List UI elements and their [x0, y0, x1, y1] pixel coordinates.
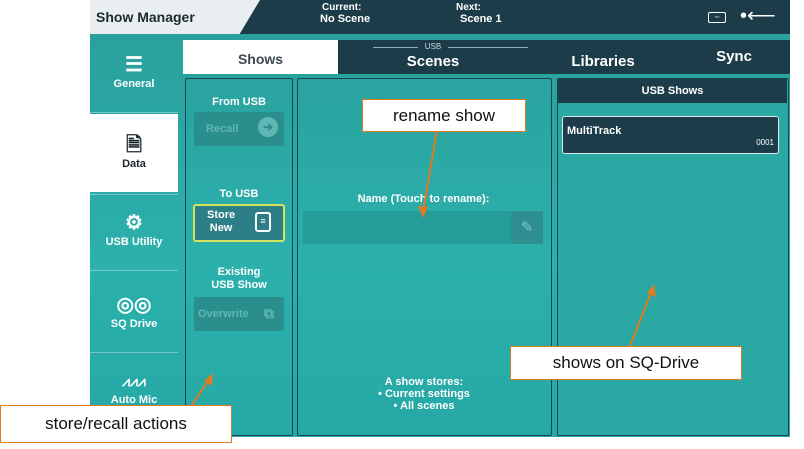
pencil-icon[interactable]: ✎ — [511, 211, 543, 244]
tab-bar: Shows USB Scenes Libraries Sync — [183, 40, 790, 74]
store-new-label: Store New — [207, 209, 235, 235]
sq-drive-icon: ◎◎ — [116, 294, 152, 316]
nav-item-auto-mic[interactable]: ⩘⩘⩘ Auto Mic — [90, 370, 178, 406]
recall-button[interactable]: Recall ➔ — [194, 112, 284, 146]
usb-icon: •⟵ — [740, 5, 776, 27]
show-list-item[interactable]: MultiTrack 0001 — [562, 116, 779, 154]
nav-item-label: USB Utility — [105, 236, 163, 248]
nav-divider — [90, 270, 178, 271]
overwrite-button-label: Overwrite — [198, 308, 249, 320]
nav-divider — [90, 194, 178, 195]
rename-show-callout: rename show — [362, 99, 526, 132]
nav-item-label: Data — [122, 158, 146, 170]
existing-line2: USB Show — [211, 279, 267, 291]
list-icon: ☰ — [125, 54, 143, 76]
arrow-right-icon: ➔ — [258, 117, 278, 137]
name-field-label: Name (Touch to rename): — [357, 193, 490, 205]
nav-divider — [90, 112, 178, 113]
show-name: MultiTrack — [567, 125, 622, 137]
gear-icon: ⚙ — [125, 212, 143, 234]
nav-item-sq-drive[interactable]: ◎◎ SQ Drive — [90, 294, 178, 330]
from-usb-label: From USB — [212, 96, 266, 108]
nav-item-usb-utility[interactable]: ⚙ USB Utility — [90, 212, 178, 248]
note-line2: • Current settings — [378, 388, 470, 400]
existing-line1: Existing — [217, 266, 261, 278]
top-bar: Show Manager Current: No Scene Next: Sce… — [90, 0, 790, 34]
copy-icon: ⧉ — [264, 305, 274, 321]
store-label-line1: Store — [207, 209, 236, 221]
store-recall-callout: store/recall actions — [0, 405, 232, 443]
tab-shows[interactable]: Shows — [183, 40, 338, 74]
auto-mic-icon: ⩘⩘⩘ — [122, 373, 146, 389]
store-label-line2: New — [209, 222, 233, 234]
sq-drive-callout: shows on SQ-Drive — [510, 346, 742, 380]
existing-usb-show-label: Existing USB Show — [185, 266, 293, 292]
tab-scenes-label: Scenes — [406, 53, 460, 70]
nav-item-label: SQ Drive — [110, 318, 158, 330]
tab-libraries-label: Libraries — [571, 53, 635, 70]
show-name-input[interactable] — [303, 211, 511, 244]
current-scene-label: Current: — [322, 2, 362, 13]
save-icon: ≡ — [255, 212, 271, 232]
note-line3: • All scenes — [393, 400, 455, 412]
side-nav: ☰ General 🗎 Data ⚙ USB Utility ◎◎ SQ Dri… — [90, 40, 178, 437]
to-usb-label: To USB — [219, 188, 259, 200]
next-scene-label: Next: — [456, 2, 482, 13]
tab-scenes[interactable]: USB Scenes — [338, 40, 528, 74]
tab-sync[interactable]: Sync — [678, 40, 790, 74]
show-stores-note: A show stores: • Current settings • All … — [297, 376, 551, 412]
current-scene-value: No Scene — [320, 13, 371, 25]
usb-file-icon: 🗎 — [125, 134, 143, 156]
usb-shows-header: USB Shows — [558, 79, 787, 103]
show-number: 0001 — [756, 138, 774, 147]
tab-libraries[interactable]: Libraries — [528, 40, 678, 74]
nav-item-label: General — [113, 78, 155, 90]
nav-item-data[interactable]: 🗎 Data — [90, 114, 178, 192]
overwrite-button[interactable]: Overwrite ⧉ — [194, 297, 284, 331]
usb-drive-indicator-icon: ◦◦ — [708, 12, 726, 23]
nav-divider — [90, 352, 178, 353]
recall-button-label: Recall — [206, 123, 239, 135]
nav-item-general[interactable]: ☰ General — [90, 54, 178, 90]
note-line1: A show stores: — [384, 376, 464, 388]
usb-group-line — [373, 47, 418, 48]
next-scene-value: Scene 1 — [460, 13, 502, 25]
app-title: Show Manager — [96, 9, 195, 25]
store-new-button[interactable]: Store New ≡ — [193, 204, 285, 242]
